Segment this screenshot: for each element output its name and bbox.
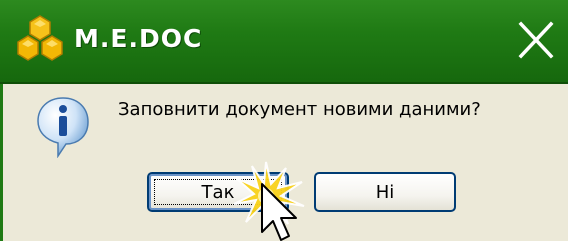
- yes-button[interactable]: Так: [147, 172, 289, 212]
- window-title: M.E.DOC: [74, 24, 203, 53]
- no-button-label: Ні: [375, 181, 395, 203]
- message-dialog: M.E.DOC Заповнити документ новими даними…: [0, 0, 568, 241]
- focus-rectangle: [154, 179, 282, 205]
- close-icon[interactable]: [518, 20, 554, 60]
- medoc-logo-icon: [17, 15, 63, 61]
- info-icon: [37, 97, 89, 158]
- title-bar[interactable]: M.E.DOC: [0, 0, 568, 84]
- no-button[interactable]: Ні: [314, 172, 456, 212]
- dialog-message: Заповнити документ новими даними?: [118, 99, 481, 120]
